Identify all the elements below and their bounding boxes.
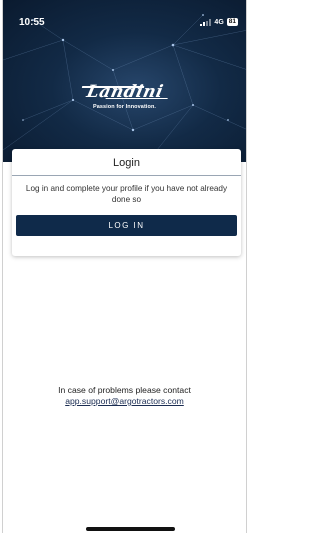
- battery-icon: 81: [226, 18, 238, 26]
- card-title: Login: [113, 157, 140, 169]
- network-type: 4G: [214, 18, 224, 26]
- login-instructions: Log in and complete your profile if you …: [25, 184, 228, 204]
- clock: 10:55: [19, 17, 45, 28]
- phone-screen: 10:55 4G 81 Landini Passion for Innovati…: [2, 0, 247, 533]
- support-email-link[interactable]: app.support@argotractors.com: [65, 396, 184, 407]
- login-card: Login Log in and complete your profile i…: [12, 149, 241, 256]
- status-bar: 10:55 4G 81: [3, 0, 246, 28]
- support-text: In case of problems please contact: [58, 385, 191, 395]
- card-divider: [12, 175, 241, 176]
- support-info: In case of problems please contact app.s…: [3, 385, 246, 407]
- log-in-button[interactable]: LOG IN: [16, 215, 237, 236]
- brand-tagline: Passion for Innovation.: [92, 104, 157, 110]
- hero-banner: 10:55 4G 81 Landini Passion for Innovati…: [3, 0, 246, 162]
- home-indicator[interactable]: [86, 527, 175, 531]
- signal-icon: [200, 18, 212, 26]
- status-indicators: 4G 81: [200, 18, 238, 26]
- logo-wordmark: Landini: [84, 82, 165, 102]
- brand-logo: Landini Passion for Innovation.: [3, 82, 246, 110]
